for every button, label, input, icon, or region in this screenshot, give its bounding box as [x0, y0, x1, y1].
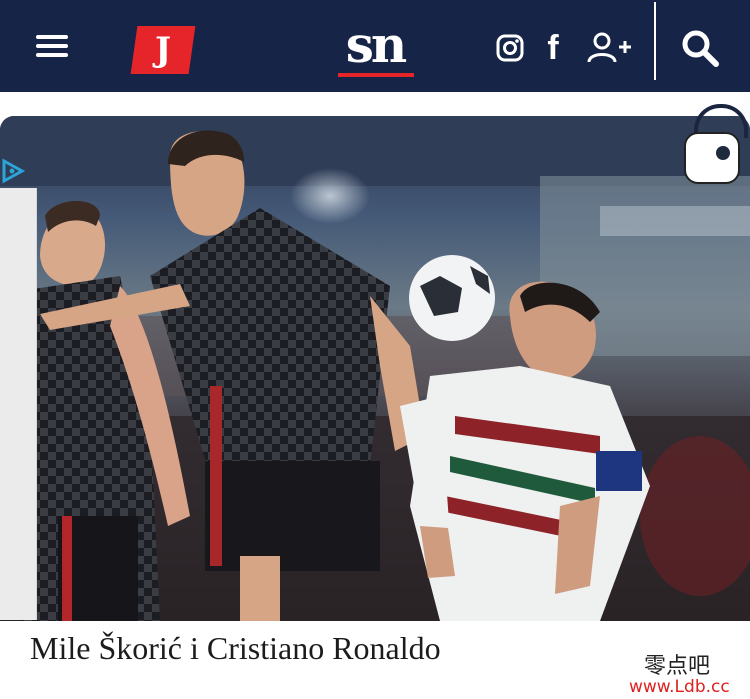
logo-underline [338, 73, 414, 77]
menu-line [36, 44, 68, 48]
menu-line [36, 53, 68, 57]
ad-side-panel [0, 188, 37, 620]
instagram-icon[interactable] [494, 30, 526, 66]
image-caption: Mile Škorić i Cristiano Ronaldo [30, 630, 441, 666]
add-user-icon[interactable] [584, 30, 634, 66]
menu-icon[interactable] [36, 31, 76, 61]
watermark-text: 零点吧 [644, 654, 711, 679]
top-navbar: J sn f [0, 0, 750, 92]
menu-line [36, 35, 68, 39]
search-icon[interactable] [678, 30, 722, 67]
facebook-icon[interactable]: f [540, 29, 566, 67]
jutarnji-logo[interactable]: J [130, 26, 196, 74]
ad-toggle-button[interactable] [684, 132, 740, 184]
watermark-url: www.Ldb.cc [629, 677, 730, 697]
header-divider [654, 2, 656, 80]
sportske-novosti-logo[interactable]: sn [334, 18, 416, 80]
adchoices-icon[interactable] [0, 158, 28, 184]
jutarnji-logo-letter: J [154, 30, 172, 70]
article-hero-image[interactable] [0, 116, 750, 621]
